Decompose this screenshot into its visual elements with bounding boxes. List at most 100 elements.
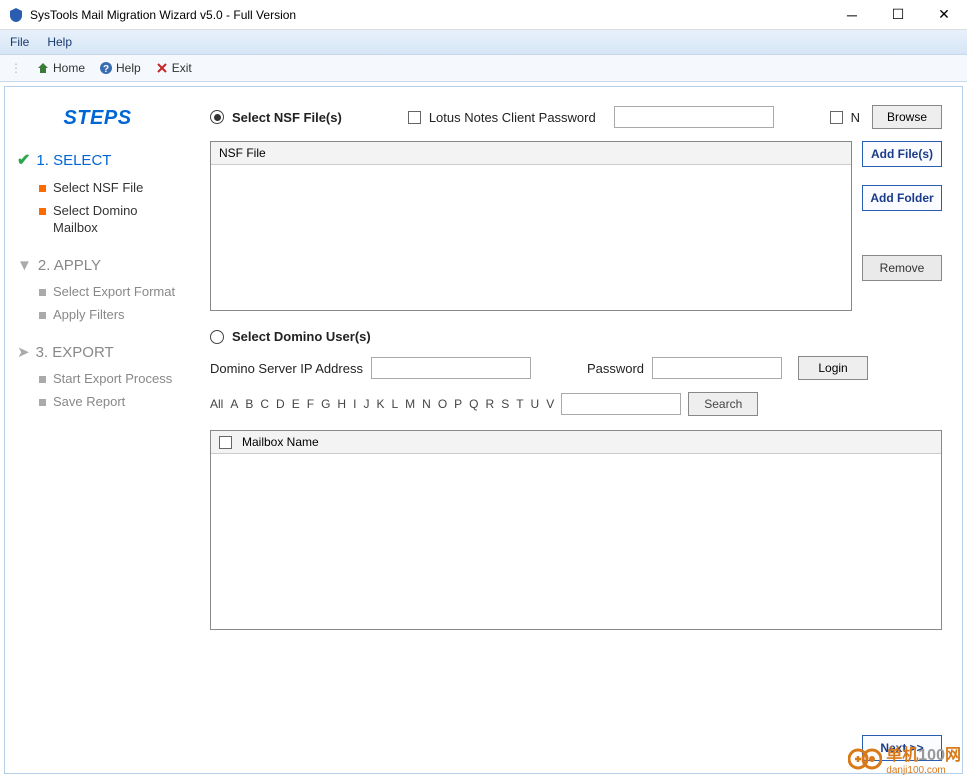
app-icon [8,7,24,23]
bullet-icon [39,208,46,215]
alpha-letter[interactable]: M [405,397,415,411]
domino-ip-label: Domino Server IP Address [210,361,363,376]
steps-title: STEPS [17,107,178,130]
bullet-icon [39,399,46,406]
alpha-letter[interactable]: L [391,397,398,411]
mailbox-header-label: Mailbox Name [242,435,319,449]
window-controls: ─ ☐ ✕ [829,0,967,30]
alpha-letter[interactable]: S [501,397,509,411]
step-2-sub-2: Apply Filters [39,307,178,324]
select-domino-row: Select Domino User(s) [210,329,942,344]
lotus-pw-label: Lotus Notes Client Password [429,110,596,125]
steps-sidebar: STEPS ✔ 1. SELECT Select NSF File Select… [5,87,190,773]
step-3-head: ➤ 3. EXPORT [17,343,178,361]
alpha-letter[interactable]: U [531,397,540,411]
lotus-pw-input[interactable] [614,106,774,128]
alpha-all[interactable]: All [210,397,223,411]
alpha-letter[interactable]: V [546,397,554,411]
toolbar-help[interactable]: ? Help [99,61,141,75]
search-input[interactable] [561,393,681,415]
content-area: STEPS ✔ 1. SELECT Select NSF File Select… [4,86,963,774]
svg-text:?: ? [103,64,109,75]
menu-file[interactable]: File [10,35,29,49]
help-icon: ? [99,61,113,75]
bullet-icon [39,376,46,383]
domino-login-row: Domino Server IP Address Password Login [210,356,942,380]
alpha-letter[interactable]: T [516,397,523,411]
alpha-letter[interactable]: E [292,397,300,411]
login-button[interactable]: Login [798,356,868,380]
select-nsf-radio[interactable] [210,110,224,124]
alpha-letter[interactable]: H [337,397,346,411]
alpha-filter-row: All ABCDEFGHIJKLMNOPQRSTUV Search [210,392,942,416]
watermark-text: 单机100网 danji100.com [886,741,961,776]
titlebar: SysTools Mail Migration Wizard v5.0 - Fu… [0,0,967,30]
mailbox-list[interactable]: Mailbox Name [210,430,942,630]
minimize-button[interactable]: ─ [829,0,875,30]
alpha-letter[interactable]: F [307,397,314,411]
alpha-letter[interactable]: G [321,397,330,411]
nsf-list-area: NSF File Add File(s) Add Folder Remove [210,141,942,311]
maximize-button[interactable]: ☐ [875,0,921,30]
toolbar: ⋮ Home ? Help Exit [0,54,967,82]
password-label: Password [587,361,644,376]
bullet-icon [39,312,46,319]
mailbox-select-all-checkbox[interactable] [219,436,232,449]
lotus-pw-checkbox[interactable] [408,111,421,124]
n-checkbox[interactable] [830,111,843,124]
nsf-side-buttons: Add File(s) Add Folder Remove [862,141,942,311]
n-label: N [851,110,860,125]
menu-help[interactable]: Help [47,35,72,49]
alpha-letter[interactable]: R [486,397,495,411]
close-button[interactable]: ✕ [921,0,967,30]
step-3-sub-2: Save Report [39,394,178,411]
alpha-letter[interactable]: O [438,397,447,411]
select-domino-label: Select Domino User(s) [232,329,371,344]
step-1-head: ✔ 1. SELECT [17,150,178,170]
select-domino-radio[interactable] [210,330,224,344]
select-nsf-row: Select NSF File(s) Lotus Notes Client Pa… [210,105,942,129]
alpha-letters: ABCDEFGHIJKLMNOPQRSTUV [230,397,554,411]
exit-icon [155,61,169,75]
remove-button[interactable]: Remove [862,255,942,281]
alpha-letter[interactable]: B [245,397,253,411]
bullet-icon [39,185,46,192]
alpha-letter[interactable]: J [363,397,369,411]
nsf-file-header: NSF File [211,142,851,165]
step-2-sub-1: Select Export Format [39,284,178,301]
add-files-button[interactable]: Add File(s) [862,141,942,167]
watermark: 单机100网 danji100.com [848,741,961,776]
alpha-letter[interactable]: K [376,397,384,411]
toolbar-exit[interactable]: Exit [155,61,192,75]
alpha-letter[interactable]: C [260,397,269,411]
select-nsf-label: Select NSF File(s) [232,110,342,125]
toolbar-grip: ⋮ [10,61,22,75]
alpha-letter[interactable]: D [276,397,285,411]
window-title: SysTools Mail Migration Wizard v5.0 - Fu… [30,8,829,22]
step-3-sub-1: Start Export Process [39,371,178,388]
nsf-file-list[interactable]: NSF File [210,141,852,311]
alpha-letter[interactable]: A [230,397,238,411]
alpha-letter[interactable]: P [454,397,462,411]
search-button[interactable]: Search [688,392,758,416]
password-input[interactable] [652,357,782,379]
filter-icon: ▼ [17,257,32,274]
watermark-icon [848,745,882,773]
domino-ip-input[interactable] [371,357,531,379]
step-2-head: ▼ 2. APPLY [17,257,178,274]
check-icon: ✔ [17,150,30,170]
bullet-icon [39,289,46,296]
alpha-letter[interactable]: Q [469,397,478,411]
add-folder-button[interactable]: Add Folder [862,185,942,211]
step-1-sub-1[interactable]: Select NSF File [39,180,178,197]
step-1-sub-2[interactable]: Select Domino Mailbox [39,203,178,237]
alpha-letter[interactable]: N [422,397,431,411]
menubar: File Help [0,30,967,54]
main-panel: Select NSF File(s) Lotus Notes Client Pa… [190,87,962,773]
arrow-icon: ➤ [17,343,30,361]
home-icon [36,61,50,75]
mailbox-header-row: Mailbox Name [211,431,941,454]
alpha-letter[interactable]: I [353,397,356,411]
toolbar-home[interactable]: Home [36,61,85,75]
browse-button[interactable]: Browse [872,105,942,129]
